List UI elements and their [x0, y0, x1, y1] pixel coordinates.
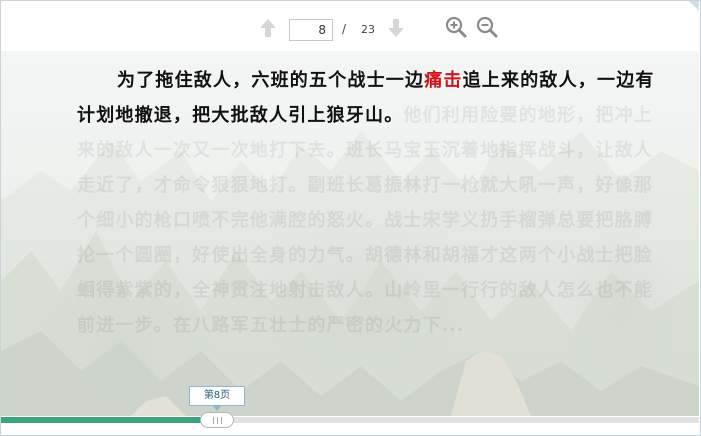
faded-paragraph-text: 他们利用险要的地形，把冲上来的敌人一次又一次地打下去。班长马宝玉沉着地指挥战斗，… [77, 105, 654, 336]
progress-fill [1, 417, 217, 423]
corner-fold [689, 1, 699, 11]
zoom-in-icon[interactable] [444, 15, 468, 39]
arrow-up-icon[interactable] [259, 17, 277, 39]
arrow-down-icon[interactable] [387, 17, 405, 39]
total-pages: 23 [361, 23, 375, 36]
progress-bar[interactable] [1, 417, 699, 423]
reader-toolbar: / 23 [1, 1, 699, 52]
page-viewer[interactable]: 为了拖住敌人，六班的五个战士一边痛击追上来的敌人，一边有计划地撤退，把大批敌人引… [1, 51, 699, 416]
page-paragraph: 为了拖住敌人，六班的五个战士一边痛击追上来的敌人，一边有计划地撤退，把大批敌人引… [77, 63, 661, 343]
paragraph-text: 为了拖住敌人，六班的五个战士一边 [117, 70, 425, 91]
highlighted-word: 痛击 [424, 70, 463, 91]
progress-handle[interactable] [200, 412, 234, 428]
page-number-input[interactable] [289, 19, 333, 41]
grip-line [221, 417, 222, 424]
grip-line [217, 417, 218, 424]
page-tooltip: 第8页 [189, 386, 245, 411]
page-separator: / [342, 22, 347, 36]
zoom-out-icon[interactable] [475, 15, 499, 39]
grip-line [213, 417, 214, 424]
